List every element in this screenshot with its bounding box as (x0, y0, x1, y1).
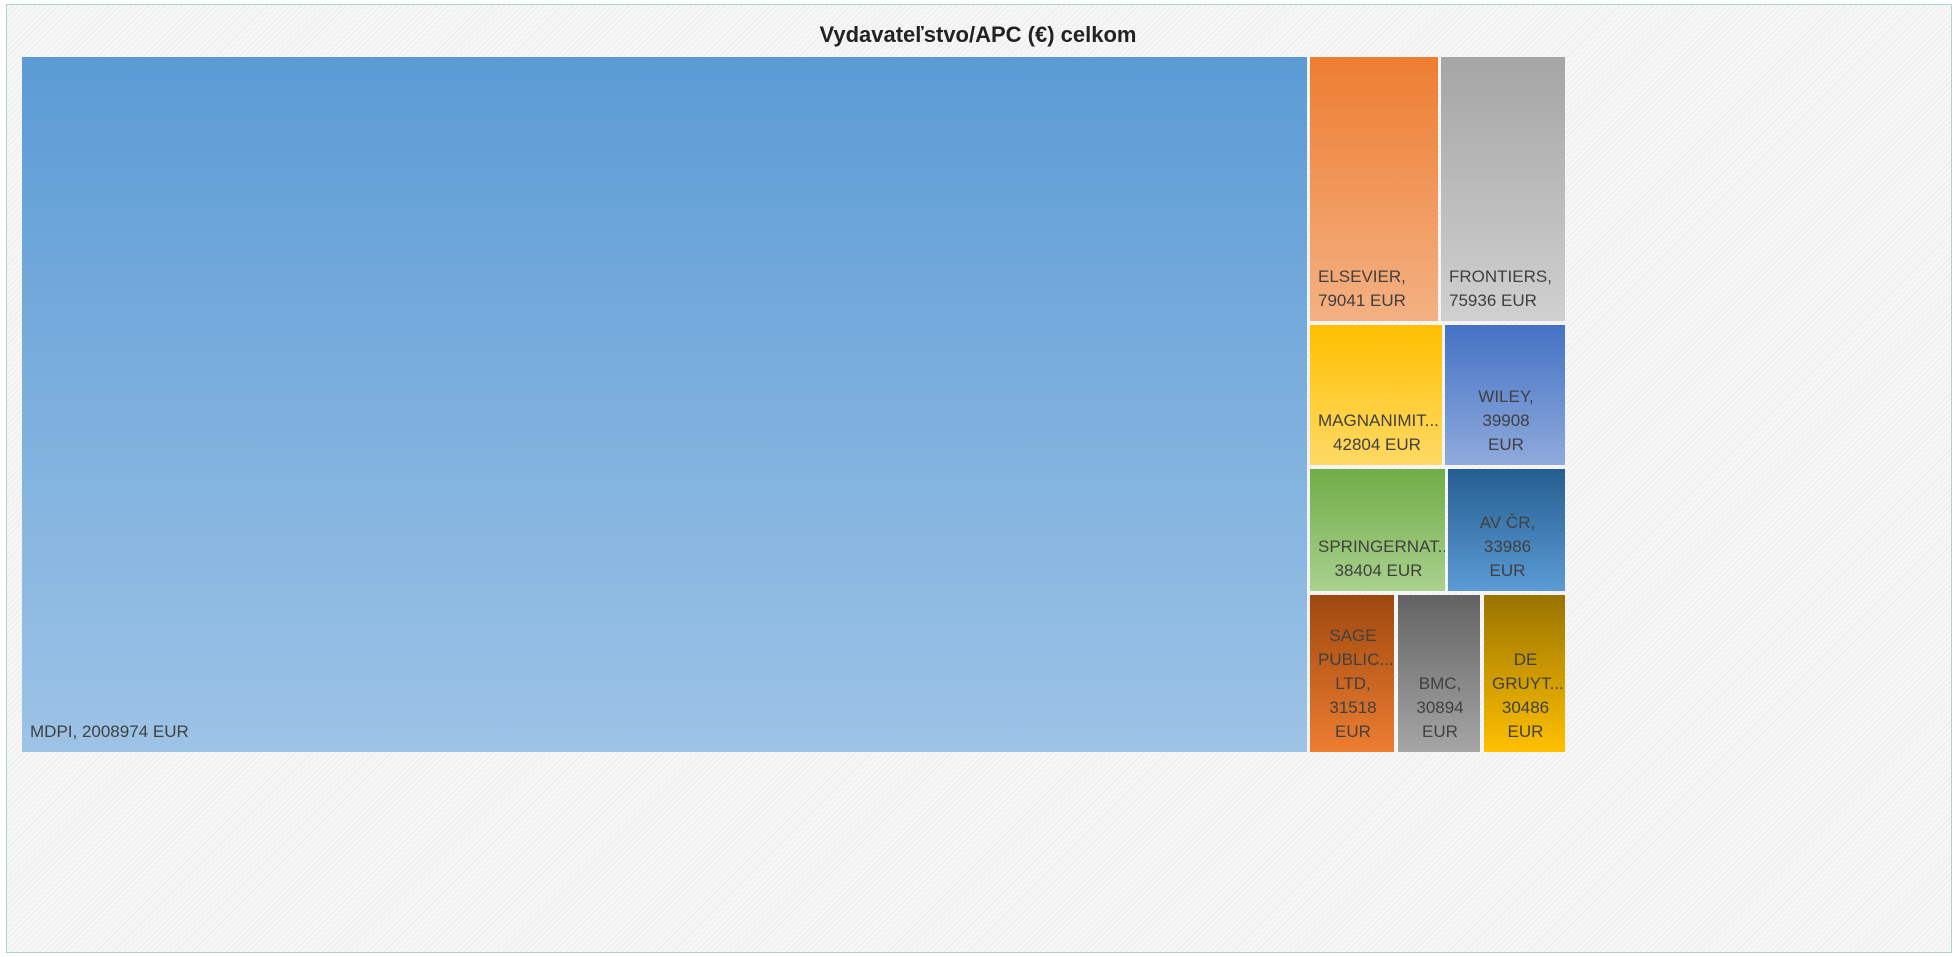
treemap-tile-label: AV ČR, 33986 EUR (1479, 513, 1536, 580)
treemap-tile-label: SAGE PUBLIC... LTD, 31518 EUR (1318, 626, 1394, 741)
treemap-tile-wiley: WILEY, 39908 EUR (1445, 325, 1565, 465)
treemap-tile-springernat: SPRINGERNAT... 38404 EUR (1310, 469, 1445, 591)
treemap-tile-label: ELSEVIER, 79041 EUR (1318, 267, 1406, 310)
treemap-tile-label: BMC, 30894 EUR (1416, 674, 1464, 741)
treemap-tile-mdpi: MDPI, 2008974 EUR (22, 57, 1307, 752)
treemap-tile-label: FRONTIERS, 75936 EUR (1449, 267, 1552, 310)
treemap-tile-label: MAGNANIMIT... 42804 EUR (1318, 411, 1439, 454)
treemap-tile-elsevier: ELSEVIER, 79041 EUR (1310, 57, 1438, 321)
treemap-tile-bmc: BMC, 30894 EUR (1398, 595, 1480, 752)
treemap-tile-sage-public-ltd: SAGE PUBLIC... LTD, 31518 EUR (1310, 595, 1394, 752)
treemap-tile-label: DE GRUYT... 30486 EUR (1492, 650, 1564, 741)
treemap-tile-label: MDPI, 2008974 EUR (30, 722, 189, 741)
treemap-tile-de-gruyt: DE GRUYT... 30486 EUR (1484, 595, 1565, 752)
treemap-tile-frontiers: FRONTIERS, 75936 EUR (1441, 57, 1565, 321)
treemap-tile-label: WILEY, 39908 EUR (1478, 387, 1534, 454)
treemap-tile-magnanimit: MAGNANIMIT... 42804 EUR (1310, 325, 1442, 465)
treemap-tile-label: SPRINGERNAT... 38404 EUR (1318, 537, 1445, 580)
treemap: MDPI, 2008974 EUR ELSEVIER, 79041 EUR FRON… (0, 0, 1956, 957)
treemap-tile-av-r: AV ČR, 33986 EUR (1448, 469, 1565, 591)
